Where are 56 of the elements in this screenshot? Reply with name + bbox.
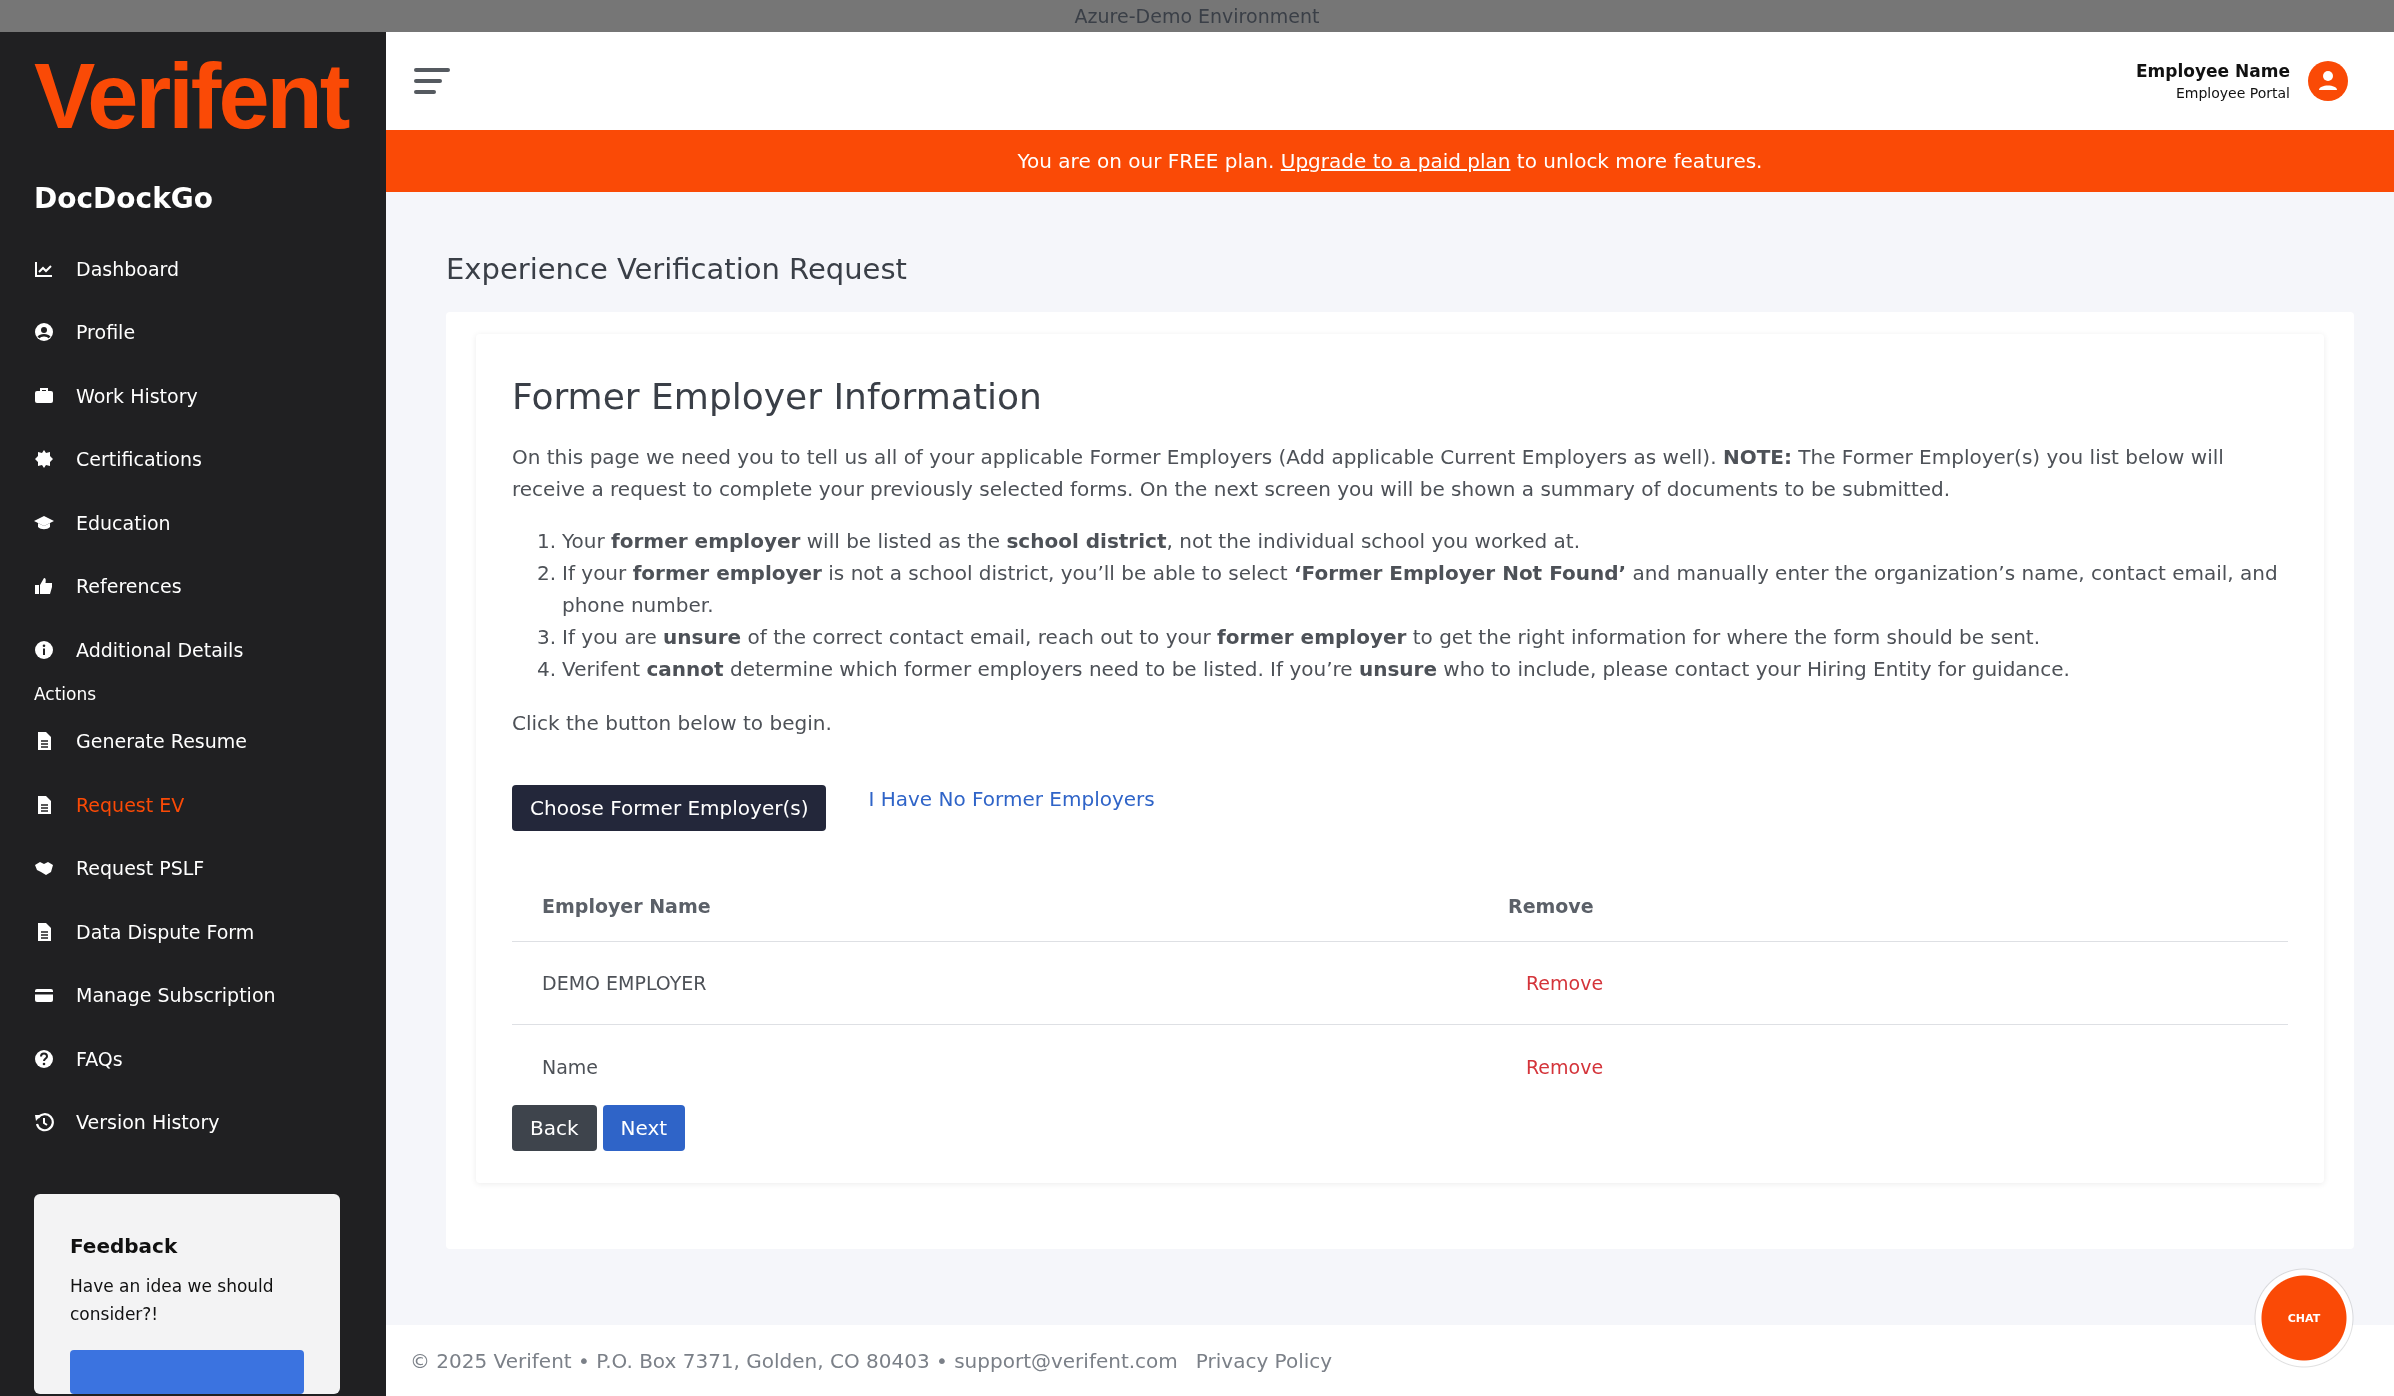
sidebar-item[interactable]: Profile bbox=[34, 300, 386, 364]
avatar-icon[interactable] bbox=[2308, 61, 2348, 101]
privacy-link[interactable]: Privacy Policy bbox=[1195, 1348, 1333, 1373]
step-number: 1. bbox=[535, 528, 557, 555]
step-number: 3. bbox=[535, 624, 557, 651]
briefcase-icon bbox=[34, 385, 54, 406]
sidebar-item[interactable]: Data Dispute Form bbox=[34, 900, 386, 964]
logo: Verifent bbox=[34, 50, 349, 142]
badge-icon bbox=[34, 449, 54, 470]
user-name: Employee Name bbox=[2136, 61, 2290, 81]
environment-title: Azure-Demo Environment bbox=[1074, 5, 1320, 27]
step-number: 4. bbox=[535, 656, 557, 683]
user-role: Employee Portal bbox=[2175, 85, 2290, 101]
intro-paragraph: On this page we need you to tell us all of your applicable Former Employers (Add applicable Current Employers as well). NOTE: The Former Employer(s) you list below will receive a request to complete your previously selected forms. On the next screen you will be shown a summary of documents to be submitted. bbox=[512, 444, 2225, 503]
sidebar-item[interactable]: Version History bbox=[34, 1090, 386, 1154]
remove-link[interactable]: Remove bbox=[1526, 1056, 1604, 1078]
history-icon bbox=[34, 1112, 54, 1133]
step-number: 2. bbox=[535, 560, 557, 587]
feedback-text: Have an idea we should consider?! bbox=[70, 1275, 275, 1326]
section-title: Actions bbox=[34, 682, 98, 706]
remove-link[interactable]: Remove bbox=[1526, 972, 1604, 994]
user-icon bbox=[34, 322, 54, 343]
table-cell-text: Name bbox=[541, 1056, 600, 1078]
banner-text: You are on our FREE plan. Upgrade to a paid plan to unlock more features. bbox=[1017, 149, 1763, 173]
sidebar-item[interactable]: Additional Details bbox=[34, 618, 386, 682]
sidebar-item[interactable]: FAQs bbox=[34, 1027, 386, 1091]
sidebar-item[interactable]: Education bbox=[34, 491, 386, 555]
menu-icon[interactable] bbox=[414, 67, 450, 95]
sidebar-item[interactable]: Request EV bbox=[34, 773, 386, 837]
no-employers-link[interactable]: I Have No Former Employers bbox=[868, 785, 1155, 811]
column-header: Remove bbox=[1507, 895, 1595, 917]
sidebar-item[interactable]: Generate Resume bbox=[34, 709, 386, 773]
sidebar-item[interactable]: Work History bbox=[34, 364, 386, 428]
step-text: If your former employer is not a school district, you’ll be able to select ‘Former Employer Not Found’ and manually enter the organization’s name, contact email, and phone number. bbox=[562, 560, 2279, 619]
prompt-text: Click the button below to begin. bbox=[512, 710, 833, 737]
step-text: Your former employer will be listed as the school district, not the individual school you worked at. bbox=[562, 528, 1581, 555]
app-name: DocDockGo bbox=[34, 182, 214, 215]
sidebar-item[interactable]: Manage Subscription bbox=[34, 963, 386, 1027]
column-header: Employer Name bbox=[541, 895, 712, 917]
table-cell-text: DEMO EMPLOYER bbox=[541, 972, 708, 994]
choose-employer-button[interactable]: Choose Former Employer(s) bbox=[512, 785, 827, 831]
sidebar-item[interactable]: Dashboard bbox=[34, 237, 386, 301]
step-text: Verifent cannot determine which former employers need to be listed. If you’re unsure who to include, please contact your Hiring Entity for guidance. bbox=[562, 656, 2070, 683]
sidebar-item[interactable]: Certifications bbox=[34, 427, 386, 491]
help-icon bbox=[34, 1048, 54, 1069]
next-button[interactable]: Next bbox=[602, 1105, 686, 1151]
info-icon bbox=[34, 639, 54, 660]
page-title: Experience Verification Request bbox=[446, 252, 908, 286]
thumbs-up-icon bbox=[34, 576, 54, 597]
sidebar-item[interactable]: References bbox=[34, 554, 386, 618]
step-text: If you are unsure of the correct contact email, reach out to your former employer to get the right information for where the form should be sent. bbox=[562, 624, 2041, 651]
feedback-title: Feedback bbox=[70, 1234, 179, 1258]
footer-text: © 2025 Verifent • P.O. Box 7371, Golden, CO 80403 • support@verifent.com bbox=[410, 1348, 1178, 1373]
back-button[interactable]: Back bbox=[512, 1105, 597, 1151]
section-heading: Former Employer Information bbox=[512, 376, 1043, 417]
sidebar-item[interactable]: Request PSLF bbox=[34, 836, 386, 900]
